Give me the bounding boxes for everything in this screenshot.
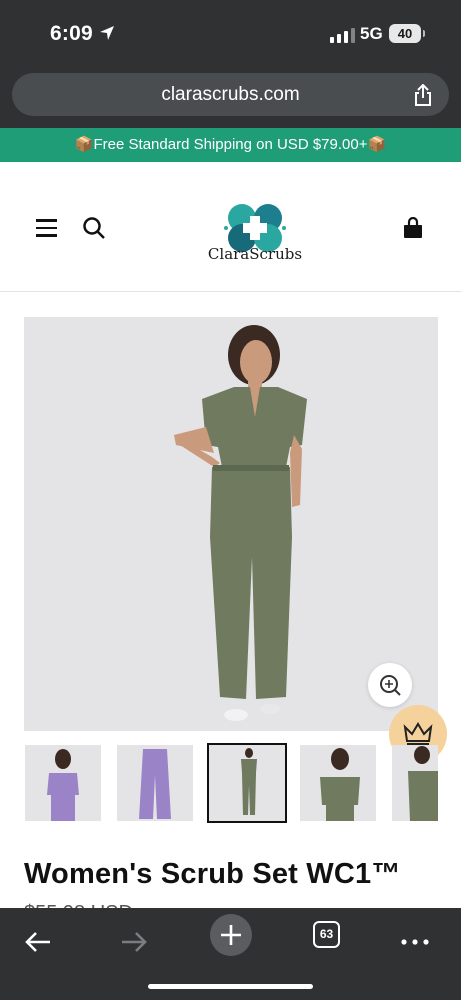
site-header: ClaraScrubs bbox=[0, 162, 461, 292]
network-label: 5G bbox=[360, 24, 383, 43]
zoom-button[interactable] bbox=[368, 663, 412, 707]
battery-indicator: 40 bbox=[389, 24, 425, 43]
thumbnail-olive-full[interactable] bbox=[207, 743, 287, 823]
tabs-button[interactable]: 63 bbox=[313, 921, 340, 948]
brand-name: ClaraScrubs bbox=[207, 245, 303, 263]
status-bar: 6:09 5G 40 bbox=[0, 0, 461, 66]
location-arrow-icon bbox=[100, 26, 114, 40]
thumbnail-lavender-front[interactable] bbox=[25, 745, 101, 821]
url-text: clarascrubs.com bbox=[161, 84, 300, 105]
more-icon[interactable] bbox=[396, 922, 436, 962]
status-time: 6:09 bbox=[50, 22, 93, 45]
menu-icon[interactable] bbox=[36, 219, 57, 237]
zoom-icon bbox=[380, 675, 401, 696]
back-icon[interactable] bbox=[18, 922, 58, 962]
thumbnail-olive-upper[interactable] bbox=[300, 745, 376, 821]
thumbnail-figure bbox=[139, 749, 171, 819]
thumbnail-figure bbox=[241, 748, 257, 815]
browser-address-area: clarascrubs.com bbox=[0, 66, 461, 128]
thumbnail-figure bbox=[320, 748, 360, 821]
product-title: Women's Scrub Set WC1™ bbox=[24, 858, 401, 890]
home-indicator bbox=[148, 984, 313, 989]
thumbnail-figure bbox=[47, 749, 79, 821]
share-icon[interactable] bbox=[413, 84, 433, 106]
shipping-banner: 📦Free Standard Shipping on USD $79.00+📦 bbox=[0, 128, 461, 162]
forward-icon[interactable] bbox=[114, 922, 154, 962]
thumbnail-figure bbox=[408, 746, 438, 821]
plus-icon[interactable] bbox=[209, 913, 253, 957]
thumbnail-lavender-pants[interactable] bbox=[117, 745, 193, 821]
address-bar[interactable]: clarascrubs.com bbox=[12, 73, 449, 116]
bag-icon[interactable] bbox=[402, 217, 424, 239]
thumbnail-olive-side[interactable] bbox=[392, 745, 438, 821]
search-icon[interactable] bbox=[82, 216, 106, 240]
signal-icon bbox=[330, 28, 355, 43]
